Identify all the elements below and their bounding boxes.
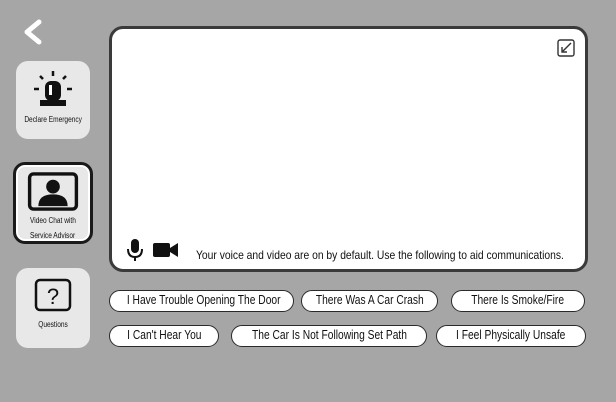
chevron-left-icon [24, 19, 42, 45]
sidebar-item-declare-emergency[interactable]: Declare Emergency [16, 61, 90, 139]
siren-icon [34, 71, 72, 106]
minimize-window-button[interactable] [557, 39, 575, 57]
sidebar-item-label-line1: Video Chat with [30, 216, 76, 225]
phrase-button-cant-hear[interactable]: I Can't Hear You [109, 325, 219, 347]
phrase-button-smoke-fire[interactable]: There Is Smoke/Fire [451, 290, 585, 312]
phrase-button-car-crash[interactable]: There Was A Car Crash [301, 290, 438, 312]
communication-hint: Your voice and video are on by default. … [196, 248, 564, 262]
video-camera-icon[interactable] [153, 242, 179, 258]
phrase-button-unsafe[interactable]: I Feel Physically Unsafe [436, 325, 586, 347]
sidebar-item-label: Questions [38, 320, 68, 329]
sidebar-item-video-chat[interactable]: Video Chat with Service Advisor [13, 162, 93, 244]
sidebar-item-label-line2: Service Advisor [30, 231, 76, 240]
back-button[interactable] [20, 18, 46, 46]
question-icon: ? [34, 278, 72, 312]
video-chat-panel: Your voice and video are on by default. … [109, 26, 588, 272]
microphone-icon[interactable] [126, 238, 144, 262]
minimize-window-icon [557, 39, 575, 57]
svg-text:?: ? [47, 284, 59, 309]
sidebar-item-questions[interactable]: ? Questions [16, 268, 90, 348]
person-icon [27, 172, 79, 211]
phrase-button-not-following-path[interactable]: The Car Is Not Following Set Path [231, 325, 427, 347]
phrase-button-door[interactable]: I Have Trouble Opening The Door [109, 290, 294, 312]
sidebar-item-label: Declare Emergency [24, 115, 82, 124]
